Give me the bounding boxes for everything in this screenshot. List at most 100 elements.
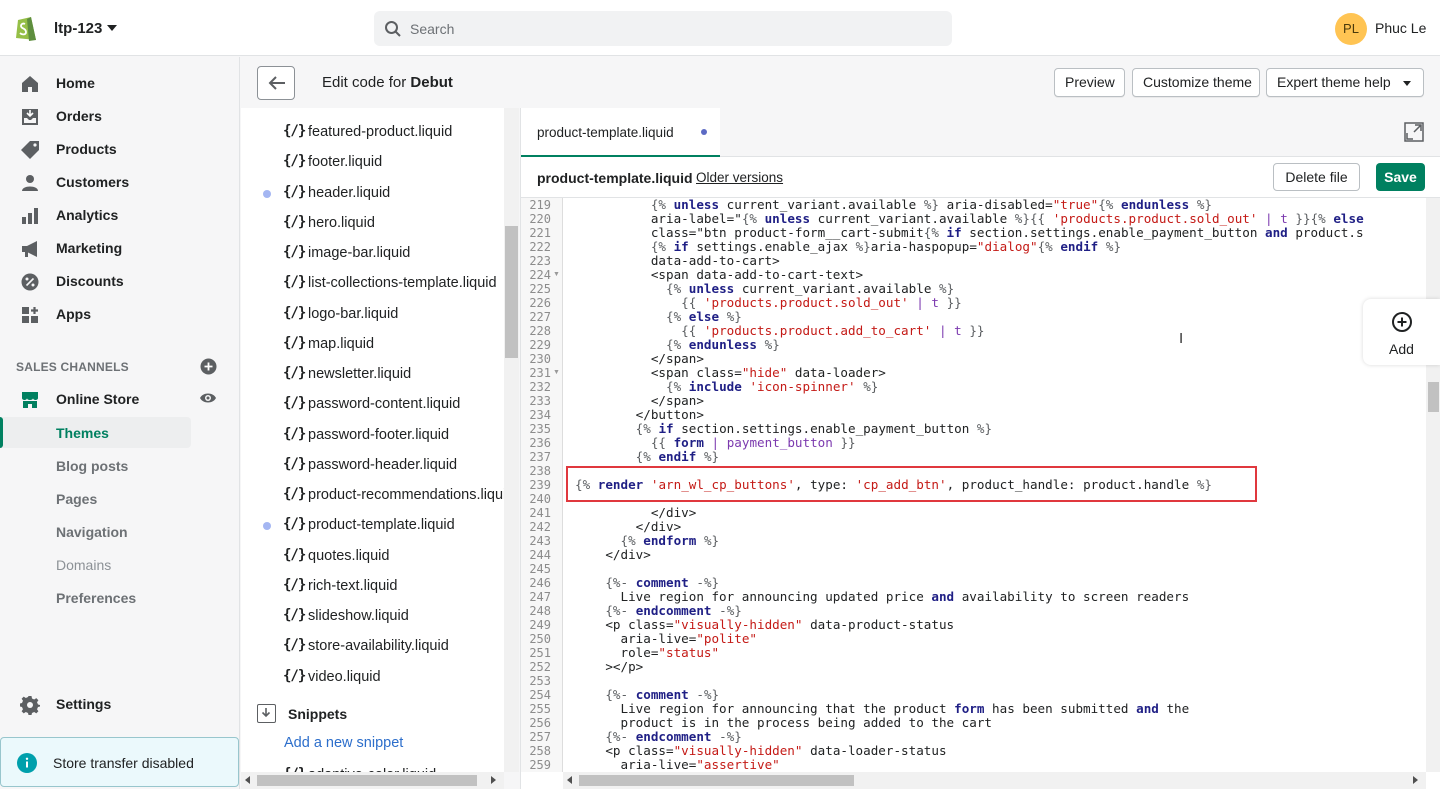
- sidebar-item-marketing[interactable]: Marketing: [0, 232, 240, 265]
- chevron-down-icon[interactable]: [107, 25, 117, 31]
- code-line[interactable]: {% endunless %}: [575, 338, 1426, 352]
- scrollbar-thumb[interactable]: [579, 775, 854, 786]
- scrollbar-thumb[interactable]: [257, 775, 477, 786]
- code-line[interactable]: Live region for announcing that the prod…: [575, 702, 1426, 716]
- file-item[interactable]: {/} password-content.liquid: [241, 389, 504, 419]
- sidebar-item-preferences[interactable]: Preferences: [0, 582, 191, 613]
- preview-button[interactable]: Preview: [1054, 68, 1125, 97]
- sidebar-item-orders[interactable]: Orders: [0, 100, 240, 133]
- shopify-logo-icon[interactable]: [14, 14, 40, 42]
- code-line[interactable]: </div>: [575, 548, 1426, 562]
- fold-arrow-icon[interactable]: ▼: [553, 369, 560, 376]
- code-line[interactable]: {%- comment -%}: [575, 576, 1426, 590]
- scroll-left-icon[interactable]: [567, 776, 572, 784]
- code-line[interactable]: aria-label="{% unless current_variant.av…: [575, 212, 1426, 226]
- scrollbar-thumb[interactable]: [1428, 382, 1439, 412]
- search-input[interactable]: Search: [374, 11, 952, 46]
- file-item[interactable]: {/} newsletter.liquid: [241, 359, 504, 389]
- avatar[interactable]: PL: [1335, 13, 1367, 45]
- scrollbar-thumb[interactable]: [505, 226, 518, 358]
- code-line[interactable]: {{ 'products.product.sold_out' | t }}: [575, 296, 1426, 310]
- code-line[interactable]: product is in the process being added to…: [575, 716, 1426, 730]
- file-item[interactable]: {/} video.liquid: [241, 662, 504, 692]
- code-line[interactable]: ></p>: [575, 660, 1426, 674]
- code-line[interactable]: {%- endcomment -%}: [575, 730, 1426, 744]
- code-line[interactable]: </span>: [575, 352, 1426, 366]
- sidebar-item-themes[interactable]: Themes: [0, 417, 191, 448]
- sidebar-item-discounts[interactable]: Discounts: [0, 265, 240, 298]
- file-item[interactable]: {/} product-template.liquid: [241, 510, 504, 540]
- code-line[interactable]: {% unless current_variant.available %}: [575, 282, 1426, 296]
- code-line[interactable]: {% if settings.enable_ajax %}aria-haspop…: [575, 240, 1426, 254]
- code-line[interactable]: class="btn product-form__cart-submit{% i…: [575, 226, 1426, 240]
- sidebar-item-products[interactable]: Products: [0, 133, 240, 166]
- code-line[interactable]: <p class="visually-hidden" data-product-…: [575, 618, 1426, 632]
- file-item[interactable]: {/} store-availability.liquid: [241, 631, 504, 661]
- sidebar-item-apps[interactable]: Apps: [0, 298, 240, 331]
- code-line[interactable]: </div>: [575, 520, 1426, 534]
- code-line[interactable]: {% endform %}: [575, 534, 1426, 548]
- sidebar-item-customers[interactable]: Customers: [0, 166, 240, 199]
- add-snippet-link[interactable]: Add a new snippet: [284, 735, 403, 751]
- store-name[interactable]: ltp-123: [54, 20, 102, 37]
- code-line[interactable]: <span class="hide" data-loader>: [575, 366, 1426, 380]
- code-line[interactable]: role="status": [575, 646, 1426, 660]
- file-item[interactable]: {/} password-footer.liquid: [241, 420, 504, 450]
- expert-help-button[interactable]: Expert theme help: [1266, 68, 1424, 97]
- scroll-left-icon[interactable]: [245, 776, 250, 784]
- file-item[interactable]: {/} product-recommendations.liquid: [241, 480, 504, 510]
- code-line[interactable]: [575, 562, 1426, 576]
- code-line[interactable]: </span>: [575, 394, 1426, 408]
- file-item[interactable]: {/} featured-product.liquid: [241, 117, 504, 147]
- code-line[interactable]: </button>: [575, 408, 1426, 422]
- code-line[interactable]: [575, 492, 1426, 506]
- customize-theme-button[interactable]: Customize theme: [1132, 68, 1260, 97]
- code-line[interactable]: {%- endcomment -%}: [575, 604, 1426, 618]
- add-panel-button[interactable]: Add: [1363, 299, 1440, 365]
- code-line[interactable]: aria-live="assertive": [575, 758, 1426, 772]
- file-item[interactable]: {/} logo-bar.liquid: [241, 299, 504, 329]
- file-item[interactable]: {/} map.liquid: [241, 329, 504, 359]
- save-button[interactable]: Save: [1376, 163, 1425, 191]
- sidebar-item-pages[interactable]: Pages: [0, 483, 191, 514]
- code-line[interactable]: {% endif %}: [575, 450, 1426, 464]
- sidebar-item-blog-posts[interactable]: Blog posts: [0, 450, 191, 481]
- code-line[interactable]: </div>: [575, 506, 1426, 520]
- user-name[interactable]: Phuc Le: [1375, 20, 1426, 36]
- code-area[interactable]: 219 220 221 222 223 224 ▼ 225 226 227 228 229 230 231…: [521, 198, 1426, 772]
- scroll-right-icon[interactable]: [491, 776, 496, 784]
- scroll-right-icon[interactable]: [1413, 776, 1418, 784]
- back-button[interactable]: [257, 66, 295, 100]
- code-line[interactable]: [575, 674, 1426, 688]
- file-item[interactable]: {/} header.liquid: [241, 178, 504, 208]
- code-line[interactable]: {{ form | payment_button }}: [575, 436, 1426, 450]
- sidebar-item-settings[interactable]: Settings: [0, 688, 240, 721]
- code-line[interactable]: {% unless current_variant.available %} a…: [575, 198, 1426, 212]
- editor-hscrollbar[interactable]: [563, 772, 1426, 789]
- file-tree-hscrollbar[interactable]: [241, 772, 504, 789]
- editor-scrollbar[interactable]: [1426, 198, 1440, 772]
- file-item[interactable]: {/} password-header.liquid: [241, 450, 504, 480]
- file-item[interactable]: {/} slideshow.liquid: [241, 601, 504, 631]
- code-line[interactable]: <p class="visually-hidden" data-loader-s…: [575, 744, 1426, 758]
- file-tree-scrollbar[interactable]: [504, 108, 519, 772]
- sidebar-item-navigation[interactable]: Navigation: [0, 516, 191, 547]
- store-transfer-banner[interactable]: Store transfer disabled: [0, 737, 239, 787]
- code-line[interactable]: [575, 464, 1426, 478]
- code-line[interactable]: <span data-add-to-cart-text>: [575, 268, 1426, 282]
- code-line[interactable]: {% else %}: [575, 310, 1426, 324]
- code-line[interactable]: {{ 'products.product.add_to_cart' | t }}: [575, 324, 1426, 338]
- snippets-folder[interactable]: Snippets: [257, 704, 497, 728]
- eye-icon[interactable]: [199, 391, 217, 405]
- code-line[interactable]: {% render 'arn_wl_cp_buttons', type: 'cp…: [575, 478, 1426, 492]
- code-line[interactable]: data-add-to-cart>: [575, 254, 1426, 268]
- sidebar-item-analytics[interactable]: Analytics: [0, 199, 240, 232]
- fold-arrow-icon[interactable]: ▼: [553, 271, 560, 278]
- add-sales-channel-icon[interactable]: [200, 358, 217, 375]
- file-item[interactable]: {/} rich-text.liquid: [241, 571, 504, 601]
- sidebar-item-home[interactable]: Home: [0, 67, 240, 100]
- delete-file-button[interactable]: Delete file: [1273, 163, 1360, 191]
- file-item[interactable]: {/} quotes.liquid: [241, 541, 504, 571]
- code-line[interactable]: {%- comment -%}: [575, 688, 1426, 702]
- expand-icon[interactable]: [1404, 122, 1424, 142]
